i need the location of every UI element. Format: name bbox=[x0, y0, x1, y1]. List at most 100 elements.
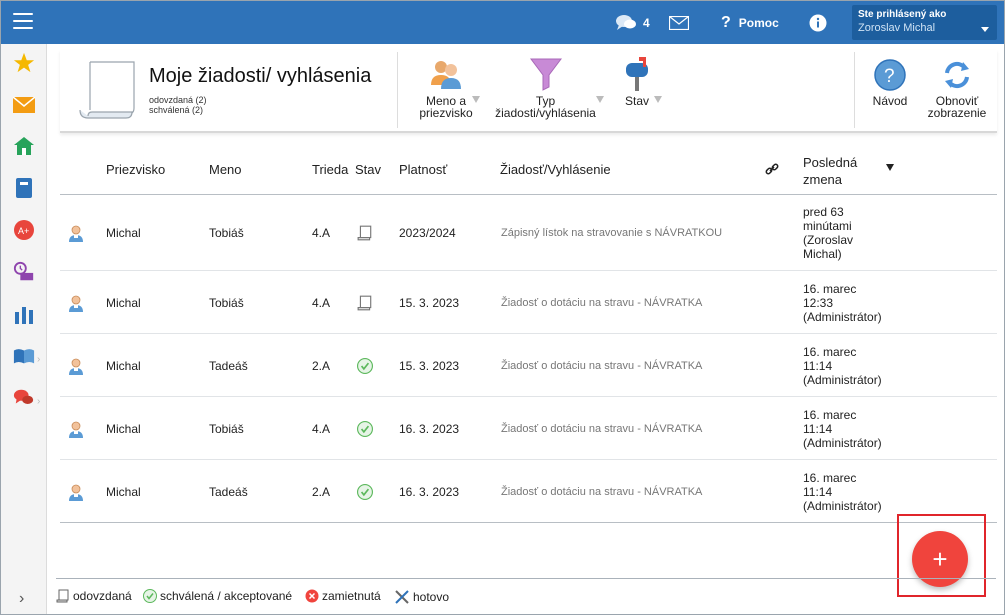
user-name: Zoroslav Michal bbox=[858, 22, 936, 34]
mailbox-icon bbox=[626, 57, 648, 91]
link-icon[interactable] bbox=[765, 162, 779, 179]
filter-type-label-2: žiadosti/vyhlásenia bbox=[495, 106, 596, 120]
status-legend: odovzdaná schválená / akceptované zamiet… bbox=[56, 578, 996, 608]
envelope-icon bbox=[669, 15, 689, 30]
chat-bubbles-icon bbox=[616, 14, 636, 30]
cell-name: Tobiáš bbox=[209, 226, 244, 240]
last-change-line: 12:33 bbox=[803, 296, 834, 310]
chevron-down-icon[interactable] bbox=[596, 96, 604, 103]
column-header-request[interactable]: Žiadosť/Vyhlásenie bbox=[500, 162, 611, 177]
last-change-line: (Administrátor) bbox=[803, 436, 882, 450]
cell-request[interactable]: Žiadosť o dotáciu na stravu - NÁVRATKA bbox=[501, 297, 702, 309]
svg-text:?: ? bbox=[884, 66, 895, 87]
last-change-line: 16. marec bbox=[803, 345, 857, 359]
chevron-down-icon[interactable] bbox=[654, 96, 662, 103]
page-title: Moje žiadosti/ vyhlásenia bbox=[149, 65, 372, 87]
mail-button[interactable] bbox=[669, 1, 689, 44]
cell-request[interactable]: Žiadosť o dotáciu na stravu - NÁVRATKA bbox=[501, 360, 702, 372]
cell-last-change: pred 63 minútami (Zoroslav Michal) bbox=[803, 205, 853, 261]
cell-last-change: 16. marec 11:14 (Administrátor) bbox=[803, 345, 882, 387]
column-header-validity[interactable]: Platnosť bbox=[399, 162, 447, 177]
cell-class: 4.A bbox=[312, 226, 331, 240]
sidebar-item-favorites[interactable] bbox=[13, 52, 35, 74]
person-icon bbox=[68, 358, 84, 379]
sidebar-item-grades[interactable]: A+ bbox=[13, 219, 35, 241]
cell-validity: 15. 3. 2023 bbox=[399, 296, 460, 310]
last-change-line: Michal) bbox=[803, 247, 842, 261]
menu-icon[interactable] bbox=[13, 13, 33, 29]
last-change-line: (Zoroslav bbox=[803, 233, 854, 247]
submitted-icon bbox=[56, 589, 69, 603]
submitted-icon bbox=[357, 295, 373, 314]
cell-validity: 2023/2024 bbox=[399, 226, 456, 240]
column-header-state[interactable]: Stav bbox=[355, 162, 381, 177]
sidebar-item-statistics[interactable] bbox=[13, 303, 35, 325]
legend-submitted: odovzdaná bbox=[56, 589, 132, 603]
last-change-label-2: zmena bbox=[803, 172, 843, 187]
sidebar-item-mail[interactable] bbox=[13, 94, 35, 116]
top-bar: 4 ? Pomoc Ste prihlásený ako Zoroslav Mi… bbox=[1, 1, 1004, 44]
table-row[interactable]: Michal Tobiáš 4.A 16. 3. 2023 Žiadosť o dotá… bbox=[60, 397, 997, 460]
approved-icon bbox=[357, 484, 373, 503]
help-button[interactable]: ? Pomoc bbox=[721, 1, 779, 44]
person-icon bbox=[68, 484, 84, 505]
user-label: Ste prihlásený ako bbox=[858, 9, 947, 20]
user-menu[interactable]: Ste prihlásený ako Zoroslav Michal bbox=[852, 5, 997, 40]
last-change-line: minútami bbox=[803, 219, 852, 233]
table-row[interactable]: Michal Tobiáš 4.A 15. 3. 2023 Žiadosť o dotá… bbox=[60, 271, 997, 334]
column-header-name[interactable]: Meno bbox=[209, 162, 242, 177]
sidebar-item-attendance[interactable] bbox=[13, 261, 35, 283]
column-header-class[interactable]: Trieda bbox=[312, 162, 348, 177]
last-change-line: 11:14 bbox=[803, 422, 833, 436]
legend-rejected-label: zamietnutá bbox=[322, 589, 381, 603]
cell-request[interactable]: Žiadosť o dotáciu na stravu - NÁVRATKA bbox=[501, 486, 702, 498]
filter-type-button[interactable]: Typ žiadosti/vyhlásenia bbox=[488, 55, 603, 119]
submitted-icon bbox=[357, 225, 373, 244]
cell-surname: Michal bbox=[106, 485, 141, 499]
refresh-button[interactable]: Obnoviť zobrazenie bbox=[924, 55, 990, 119]
cell-last-change: 16. marec 11:14 (Administrátor) bbox=[803, 408, 882, 450]
svg-text:A+: A+ bbox=[18, 226, 29, 236]
sort-desc-icon[interactable] bbox=[886, 164, 894, 171]
sidebar-item-home[interactable] bbox=[13, 135, 35, 157]
funnel-icon bbox=[529, 58, 562, 91]
table-row[interactable]: Michal Tobiáš 4.A 2023/2024 Zápisný lístok n… bbox=[60, 195, 997, 271]
last-change-line: 16. marec bbox=[803, 282, 857, 296]
column-header-last-change[interactable]: Posledná zmena bbox=[803, 154, 857, 188]
cell-request[interactable]: Žiadosť o dotáciu na stravu - NÁVRATKA bbox=[501, 423, 702, 435]
last-change-line: 16. marec bbox=[803, 408, 857, 422]
last-change-line: pred 63 bbox=[803, 205, 844, 219]
chevron-down-icon[interactable] bbox=[472, 96, 480, 103]
person-icon bbox=[68, 225, 84, 246]
cell-class: 2.A bbox=[312, 359, 331, 373]
last-change-line: 11:14 bbox=[803, 359, 833, 373]
cell-request[interactable]: Zápisný lístok na stravovanie s NÁVRATKO… bbox=[501, 227, 722, 239]
chevron-down-icon bbox=[981, 27, 989, 32]
cell-class: 4.A bbox=[312, 422, 331, 436]
filter-state-button[interactable]: Stav bbox=[616, 55, 658, 107]
envelope-icon bbox=[13, 97, 35, 113]
cell-surname: Michal bbox=[106, 359, 141, 373]
rejected-icon bbox=[305, 589, 319, 603]
info-button[interactable] bbox=[809, 1, 827, 44]
table-row[interactable]: Michal Tadeáš 2.A 15. 3. 2023 Žiadosť o dotá… bbox=[60, 334, 997, 397]
home-icon bbox=[14, 137, 34, 155]
grades-icon: A+ bbox=[14, 220, 34, 240]
messages-button[interactable]: 4 bbox=[615, 1, 650, 44]
messages-count: 4 bbox=[643, 15, 650, 30]
filter-name-button[interactable]: Meno a priezvisko bbox=[410, 55, 482, 119]
expand-sidebar-icon[interactable]: › bbox=[19, 590, 24, 608]
people-icon bbox=[431, 61, 461, 89]
sidebar-item-notebook[interactable] bbox=[13, 177, 35, 199]
sidebar-item-library[interactable] bbox=[13, 345, 35, 367]
column-header-surname[interactable]: Priezvisko bbox=[106, 162, 165, 177]
refresh-label-2: zobrazenie bbox=[927, 106, 987, 120]
legend-approved: schválená / akceptované bbox=[143, 589, 292, 603]
table-row[interactable]: Michal Tadeáš 2.A 16. 3. 2023 Žiadosť o dotá… bbox=[60, 460, 997, 523]
info-icon bbox=[809, 14, 827, 31]
cell-name: Tobiáš bbox=[209, 422, 244, 436]
chevron-right-icon: › bbox=[37, 354, 41, 365]
guide-button[interactable]: ? Návod bbox=[866, 55, 914, 107]
sidebar-item-communication[interactable] bbox=[13, 387, 35, 409]
cell-surname: Michal bbox=[106, 226, 141, 240]
